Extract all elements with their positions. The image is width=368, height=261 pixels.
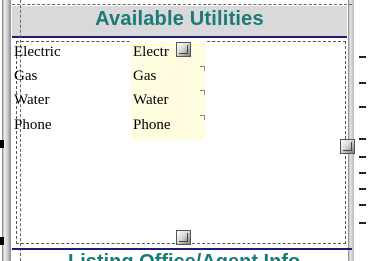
section-header[interactable]: Available Utilities <box>12 6 347 38</box>
next-section-header[interactable]: Listing Office/Agent Info <box>30 250 348 261</box>
next-section-title: Listing Office/Agent Info <box>68 251 300 261</box>
row-value-electric[interactable]: Electr <box>133 44 169 61</box>
resize-handle-top[interactable] <box>176 42 191 57</box>
gutter-tick <box>359 222 366 224</box>
resize-handle-right[interactable] <box>340 139 355 154</box>
cell-corner-mark <box>200 66 205 71</box>
gutter-tick <box>359 188 366 190</box>
gutter-tick <box>359 56 366 58</box>
gutter-tick <box>359 106 366 108</box>
row-label-phone: Phone <box>14 117 52 133</box>
gutter-tick <box>359 156 366 158</box>
row-value-phone[interactable]: Phone <box>133 117 171 134</box>
gutter-tick <box>359 138 366 140</box>
section-top-guide <box>12 4 352 5</box>
left-frame-edge <box>2 0 11 261</box>
section-title[interactable]: Available Utilities <box>12 8 347 31</box>
row-label-electric: Electric <box>14 44 61 60</box>
cell-corner-mark <box>200 115 205 120</box>
gutter-tick <box>359 82 366 84</box>
gutter-tick <box>359 172 366 174</box>
row-value-water[interactable]: Water <box>133 92 168 109</box>
row-label-gas: Gas <box>14 68 38 84</box>
cell-corner-mark <box>200 90 205 95</box>
report-designer-canvas: Available Utilities Electric Gas Water P… <box>0 0 368 261</box>
row-value-gas[interactable]: Gas <box>133 68 156 85</box>
gutter-tick <box>359 204 366 206</box>
row-label-water: Water <box>14 92 50 108</box>
frame-tick-left <box>0 237 4 245</box>
frame-tick-left <box>0 140 4 148</box>
resize-handle-bottom[interactable] <box>176 230 191 245</box>
